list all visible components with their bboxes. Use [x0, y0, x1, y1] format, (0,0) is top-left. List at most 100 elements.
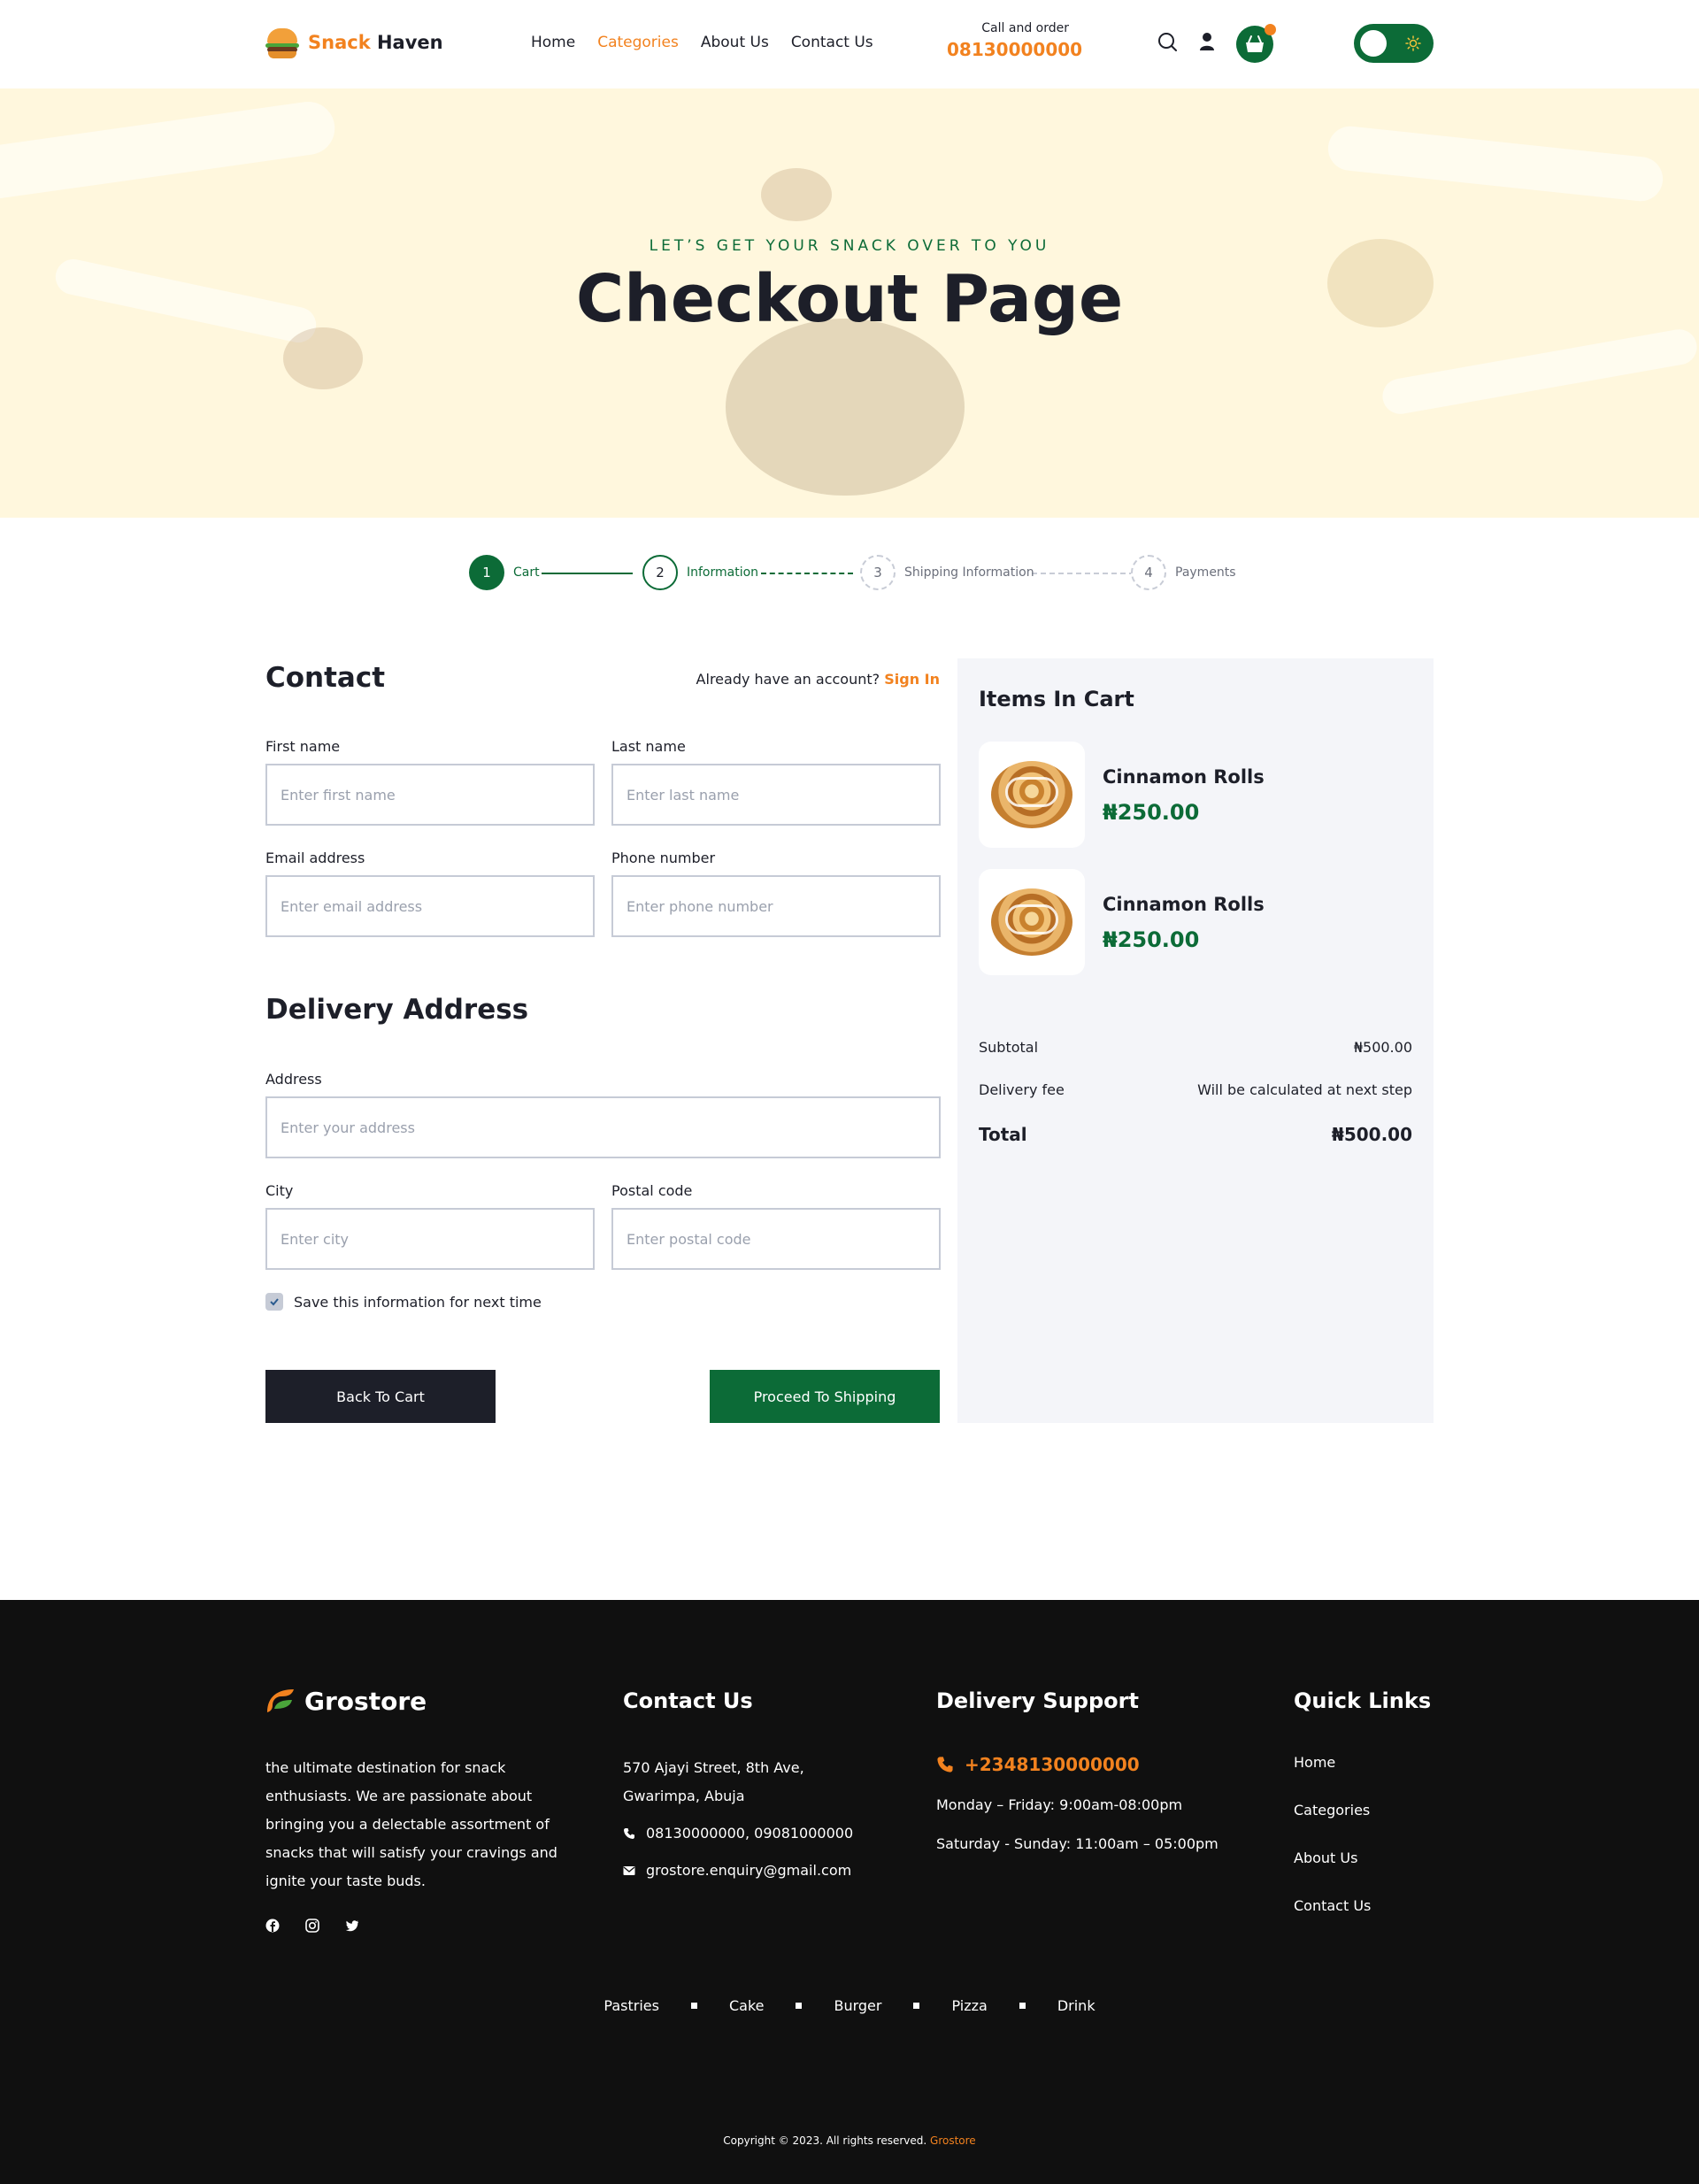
- stepper-line: [1032, 573, 1134, 574]
- call-label: Call and order: [981, 21, 1069, 35]
- category-link[interactable]: Drink: [1057, 1997, 1096, 2014]
- twitter-icon[interactable]: [345, 1919, 359, 1933]
- back-to-cart-label: Back To Cart: [336, 1388, 425, 1405]
- page-title: Checkout Page: [575, 261, 1124, 337]
- city-field[interactable]: [265, 1208, 595, 1270]
- step-payments[interactable]: 4 Payments: [1131, 555, 1236, 590]
- nav-about-us[interactable]: About Us: [701, 34, 769, 51]
- hero-texture: [0, 98, 339, 203]
- footer-email[interactable]: grostore.enquiry@gmail.com: [646, 1862, 851, 1879]
- category-link[interactable]: Pizza: [951, 1997, 987, 2014]
- instagram-icon[interactable]: [305, 1919, 319, 1933]
- category-link[interactable]: Pastries: [603, 1997, 659, 2014]
- nav-contact-us[interactable]: Contact Us: [791, 34, 873, 51]
- separator-dot: [1019, 2003, 1026, 2009]
- save-info-row: Save this information for next time: [265, 1293, 542, 1311]
- step-number: 3: [860, 555, 896, 590]
- brand-name-second: Haven: [376, 32, 443, 53]
- footer-brand-name: Grostore: [304, 1687, 427, 1716]
- step-label: Information: [687, 565, 759, 580]
- footer-links-heading: Quick Links: [1294, 1688, 1432, 1713]
- first-name-label: First name: [265, 738, 341, 755]
- cart-count-badge: [1265, 24, 1276, 35]
- nav-categories[interactable]: Categories: [597, 34, 679, 51]
- brand-name: Snack Haven: [308, 32, 443, 53]
- cart-summary-panel: Items In Cart Cinnamon Rolls ₦250.00 Cin…: [957, 658, 1434, 1423]
- stepper-line: [761, 573, 853, 574]
- subtotal-value: ₦500.00: [1353, 1039, 1412, 1056]
- step-label: Shipping Information: [904, 565, 1034, 580]
- grostore-leaf-icon: [267, 1688, 294, 1712]
- facebook-icon[interactable]: [265, 1919, 280, 1933]
- brand-name-first: Snack: [308, 32, 371, 53]
- nav-home[interactable]: Home: [531, 34, 575, 51]
- stepper-line: [542, 573, 633, 574]
- hero-texture: [1380, 327, 1699, 417]
- step-number: 4: [1131, 555, 1166, 590]
- proceed-to-shipping-button[interactable]: Proceed To Shipping: [710, 1370, 940, 1423]
- postal-code-field[interactable]: [611, 1208, 941, 1270]
- support-phone[interactable]: +2348130000000: [965, 1754, 1140, 1775]
- step-number: 2: [642, 555, 678, 590]
- support-phone-row: +2348130000000: [936, 1754, 1140, 1775]
- cart-item-price: ₦250.00: [1103, 927, 1200, 952]
- back-to-cart-button[interactable]: Back To Cart: [265, 1370, 496, 1423]
- sign-in-link[interactable]: Sign In: [884, 671, 940, 688]
- address-label: Address: [265, 1071, 322, 1088]
- footer-logo[interactable]: Grostore: [265, 1687, 427, 1716]
- last-name-label: Last name: [611, 738, 686, 755]
- step-shipping-information[interactable]: 3 Shipping Information: [860, 555, 1034, 590]
- cinnamon-roll-image: [979, 742, 1085, 848]
- check-icon: [270, 1298, 279, 1306]
- phone-icon: [937, 1757, 953, 1773]
- save-info-label: Save this information for next time: [294, 1293, 542, 1311]
- footer-category-links: Pastries Cake Burger Pizza Drink: [0, 1997, 1699, 2014]
- separator-dot: [796, 2003, 803, 2009]
- first-name-field[interactable]: [265, 764, 595, 826]
- cart-item: Cinnamon Rolls ₦250.00: [979, 869, 1412, 975]
- category-link[interactable]: Cake: [729, 1997, 765, 2014]
- cart-item-name: Cinnamon Rolls: [1103, 894, 1265, 915]
- search-icon[interactable]: [1157, 32, 1177, 51]
- call-number[interactable]: 08130000000: [947, 39, 1082, 60]
- account-prompt: Already have an account? Sign In: [673, 671, 940, 688]
- footer-link-home[interactable]: Home: [1294, 1754, 1335, 1771]
- site-logo[interactable]: Snack Haven: [265, 27, 443, 58]
- sun-icon: [1405, 35, 1421, 51]
- cart-item-name: Cinnamon Rolls: [1103, 766, 1265, 788]
- burger-image: [726, 319, 965, 496]
- footer-address: 570 Ajayi Street, 8th Ave, Gwarimpa, Abu…: [623, 1759, 804, 1804]
- user-icon[interactable]: [1199, 32, 1215, 51]
- subtotal-label: Subtotal: [979, 1039, 1039, 1056]
- site-header: Snack Haven Home Categories About Us Con…: [0, 0, 1699, 88]
- mail-icon: [623, 1865, 635, 1875]
- delivery-heading: Delivery Address: [265, 994, 529, 1026]
- hero-banner: LET’S GET YOUR SNACK OVER TO YOU Checkou…: [0, 88, 1699, 518]
- footer-contact-heading: Contact Us: [623, 1688, 753, 1713]
- copyright-text: Copyright © 2023. All rights reserved.: [723, 2134, 927, 2147]
- last-name-field[interactable]: [611, 764, 941, 826]
- cart-item: Cinnamon Rolls ₦250.00: [979, 742, 1412, 848]
- cinnamon-roll-image: [979, 869, 1085, 975]
- step-label: Payments: [1175, 565, 1236, 580]
- footer-description: the ultimate destination for snack enthu…: [265, 1759, 557, 1889]
- toggle-knob: [1360, 30, 1387, 57]
- hero-texture: [1326, 124, 1665, 204]
- theme-toggle[interactable]: [1354, 24, 1434, 63]
- subtotal-row: Subtotal ₦500.00: [979, 1039, 1412, 1056]
- footer-link-categories[interactable]: Categories: [1294, 1802, 1370, 1819]
- phone-field[interactable]: [611, 875, 941, 937]
- footer-support-heading: Delivery Support: [936, 1688, 1139, 1713]
- save-info-checkbox[interactable]: [265, 1293, 283, 1311]
- copyright-brand[interactable]: Grostore: [930, 2134, 976, 2147]
- email-field[interactable]: [265, 875, 595, 937]
- cart-title: Items In Cart: [979, 687, 1134, 711]
- cart-button[interactable]: [1236, 24, 1276, 63]
- footer-link-about-us[interactable]: About Us: [1294, 1849, 1357, 1866]
- step-information[interactable]: 2 Information: [642, 555, 758, 590]
- address-field[interactable]: [265, 1096, 941, 1158]
- footer-phones[interactable]: 08130000000, 09081000000: [646, 1825, 853, 1842]
- footer-link-contact-us[interactable]: Contact Us: [1294, 1897, 1371, 1914]
- step-cart[interactable]: 1 Cart: [469, 555, 540, 590]
- category-link[interactable]: Burger: [834, 1997, 881, 2014]
